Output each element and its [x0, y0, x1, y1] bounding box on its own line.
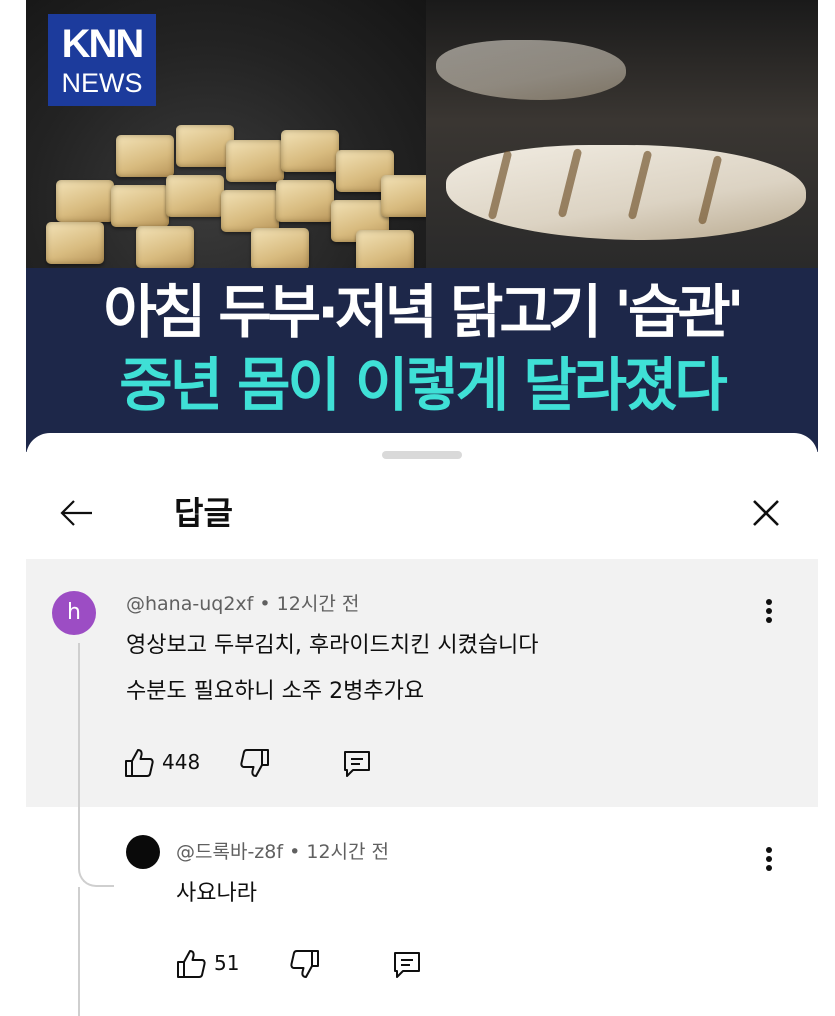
dislike-button[interactable] [288, 943, 328, 983]
more-options-button[interactable] [754, 839, 784, 879]
arrow-left-icon [60, 500, 92, 526]
comment-time: 12시간 전 [276, 593, 360, 615]
reply-button[interactable] [340, 742, 380, 782]
more-vert-icon [766, 599, 772, 605]
tofu-piece [356, 230, 414, 268]
like-count: 448 [162, 750, 201, 774]
thread-connector [78, 887, 80, 1016]
avatar[interactable]: h [52, 591, 96, 635]
more-vert-icon [766, 847, 772, 853]
like-count: 51 [214, 951, 240, 975]
thumbs-down-icon [240, 749, 269, 777]
logo-top-text: KNN [61, 22, 145, 66]
grilled-chicken-image [426, 0, 818, 268]
tofu-piece [111, 185, 169, 227]
tofu-piece [281, 130, 339, 172]
comment-author[interactable]: @hana-uq2xf [126, 593, 253, 615]
thumbs-up-icon [177, 950, 206, 978]
knn-news-logo: KNN NEWS [48, 14, 156, 106]
headline-line-1: 아침 두부·저녁 닭고기 '습관' [103, 278, 744, 346]
more-options-button[interactable] [754, 591, 784, 631]
tofu-piece [221, 190, 279, 232]
sheet-header: 답글 [26, 473, 818, 559]
back-button[interactable] [54, 491, 98, 535]
thumbs-up-icon [125, 749, 154, 777]
reply-author[interactable]: @드록바-z8f [176, 841, 283, 863]
replies-sheet: 답글 h @hana-uq2xf • 12시간 전 영상보고 두부김치, 후라이… [26, 433, 818, 1016]
parent-comment: h @hana-uq2xf • 12시간 전 영상보고 두부김치, 후라이드치킨… [26, 559, 818, 807]
dislike-button[interactable] [238, 742, 278, 782]
comment-meta: @hana-uq2xf • 12시간 전 [126, 591, 359, 617]
chicken-piece [436, 40, 626, 100]
tofu-piece [136, 226, 194, 268]
avatar[interactable] [126, 835, 160, 869]
like-button[interactable]: 448 [122, 742, 212, 782]
video-thumbnail[interactable]: KNN NEWS 아침 두부·저녁 닭고기 '습관' 중년 몸이 이렇게 달라졌… [26, 0, 818, 452]
reply-icon [394, 952, 420, 978]
tofu-piece [166, 175, 224, 217]
reply-icon [344, 751, 370, 777]
logo-bottom-text: NEWS [61, 68, 143, 98]
headline-line-2: 중년 몸이 이렇게 달라졌다 [119, 351, 728, 419]
comment-text-line: 영상보고 두부김치, 후라이드치킨 시켰습니다 [126, 633, 539, 658]
page-title: 답글 [174, 494, 233, 532]
thumbnail-photo: KNN NEWS [26, 0, 818, 268]
reply-meta: @드록바-z8f • 12시간 전 [176, 839, 389, 865]
meta-separator: • [259, 593, 271, 615]
like-button[interactable]: 51 [174, 943, 254, 983]
drag-handle[interactable] [382, 451, 462, 459]
tofu-piece [116, 135, 174, 177]
close-icon [753, 500, 779, 526]
meta-separator: • [289, 841, 301, 863]
tofu-piece [251, 228, 309, 268]
tofu-piece [46, 222, 104, 264]
thread-connector [78, 643, 114, 887]
thumbs-down-icon [290, 950, 319, 978]
reply-text-line: 사요나라 [176, 881, 257, 906]
comment-text-line: 수분도 필요하니 소주 2병추가요 [126, 679, 425, 704]
tofu-piece [56, 180, 114, 222]
reply-time: 12시간 전 [306, 841, 390, 863]
thumbnail-headline: 아침 두부·저녁 닭고기 '습관' 중년 몸이 이렇게 달라졌다 [26, 268, 818, 452]
close-button[interactable] [744, 491, 788, 535]
reply-button[interactable] [390, 943, 430, 983]
tofu-piece [276, 180, 334, 222]
tofu-piece [226, 140, 284, 182]
